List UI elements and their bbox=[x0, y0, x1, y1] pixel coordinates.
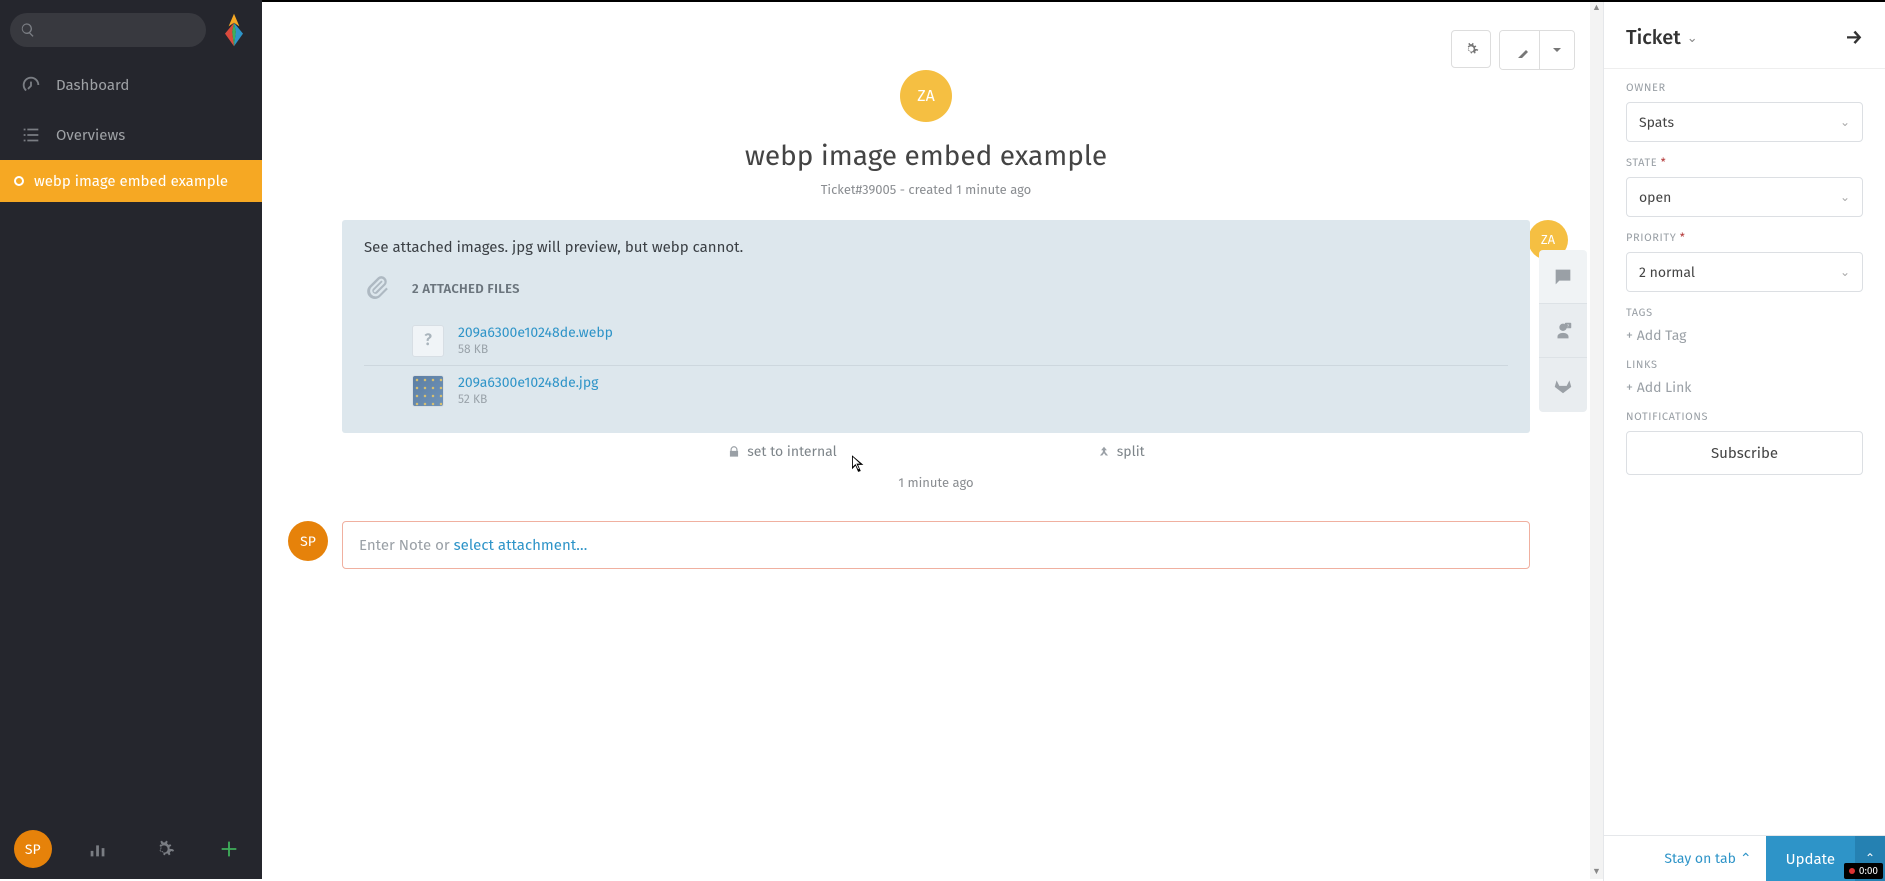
main-area: ▲ ▼ ? bbox=[262, 0, 1885, 879]
stay-on-tab-toggle[interactable]: Stay on tab ⌃ bbox=[1604, 836, 1766, 881]
record-dot-icon bbox=[1849, 868, 1855, 874]
sidebar-item-overviews[interactable]: Overviews bbox=[0, 110, 262, 160]
chevron-down-icon: ⌄ bbox=[1840, 190, 1850, 205]
ticket-sidebar: Ticket ⌄ → OWNER Spats⌄ STATE * open⌄ PR… bbox=[1603, 2, 1885, 881]
channel-gitlab[interactable] bbox=[1539, 358, 1587, 412]
search-input[interactable] bbox=[10, 13, 206, 47]
channel-customer[interactable]: ? bbox=[1539, 304, 1587, 358]
gear-icon bbox=[1463, 41, 1479, 57]
chevron-down-icon bbox=[1549, 42, 1565, 58]
set-internal-action[interactable]: set to internal bbox=[727, 443, 836, 460]
list-icon bbox=[20, 124, 42, 146]
priority-label: PRIORITY * bbox=[1626, 231, 1863, 244]
links-label: LINKS bbox=[1626, 358, 1863, 371]
bar-chart-icon bbox=[87, 838, 109, 860]
split-action[interactable]: split bbox=[1097, 443, 1145, 460]
chevron-down-icon: ⌄ bbox=[1840, 115, 1850, 130]
recording-badge: 0:00 bbox=[1844, 863, 1883, 879]
chevron-down-icon: ⌄ bbox=[1687, 31, 1698, 46]
attachment-filename[interactable]: 209a6300e10248de.webp bbox=[458, 324, 613, 341]
priority-select[interactable]: 2 normal⌄ bbox=[1626, 252, 1863, 292]
sidebar-open-ticket[interactable]: webp image embed example bbox=[0, 160, 262, 202]
channel-dock: ? bbox=[1539, 250, 1587, 412]
ticket-settings-button[interactable] bbox=[1451, 30, 1491, 68]
state-label: STATE * bbox=[1626, 156, 1863, 169]
attachment-filesize: 58 KB bbox=[458, 343, 613, 357]
sidebar-item-dashboard[interactable]: Dashboard bbox=[0, 60, 262, 110]
avatar: SP bbox=[14, 830, 52, 868]
article-card: See attached images. jpg will preview, b… bbox=[342, 220, 1530, 433]
owner-select[interactable]: Spats⌄ bbox=[1626, 102, 1863, 142]
attachment-filesize: 52 KB bbox=[458, 393, 598, 407]
search-icon bbox=[20, 22, 36, 38]
svg-text:?: ? bbox=[1567, 323, 1569, 329]
ticket-content: ▲ ▼ ? bbox=[262, 2, 1603, 879]
highlight-menu-button[interactable] bbox=[1540, 31, 1574, 69]
sidebar-item-label: Overviews bbox=[56, 126, 125, 144]
chat-icon bbox=[1552, 266, 1574, 288]
gitlab-icon bbox=[1552, 374, 1574, 396]
chevron-down-icon: ⌄ bbox=[1840, 265, 1850, 280]
lock-icon bbox=[727, 445, 741, 459]
person-question-icon: ? bbox=[1552, 320, 1574, 342]
chevron-up-icon: ⌃ bbox=[1740, 850, 1752, 867]
settings-button[interactable] bbox=[131, 819, 197, 879]
channel-note[interactable] bbox=[1539, 250, 1587, 304]
ticket-meta: Ticket#39005 - created 1 minute ago bbox=[302, 183, 1550, 198]
reply-placeholder-text: Enter Note or bbox=[359, 536, 454, 554]
owner-label: OWNER bbox=[1626, 81, 1863, 94]
sidebar-item-label: Dashboard bbox=[56, 76, 129, 94]
split-icon bbox=[1097, 445, 1111, 459]
subscribe-button[interactable]: Subscribe bbox=[1626, 431, 1863, 475]
update-button[interactable]: Update bbox=[1766, 836, 1855, 881]
article-timestamp: 1 minute ago bbox=[342, 470, 1530, 521]
attachment-filename[interactable]: 209a6300e10248de.jpg bbox=[458, 374, 598, 391]
current-user-avatar[interactable]: SP bbox=[0, 819, 66, 879]
highlight-button[interactable] bbox=[1500, 31, 1540, 69]
scroll-down-icon[interactable]: ▼ bbox=[1592, 868, 1601, 877]
add-link-link[interactable]: + Add Link bbox=[1626, 379, 1863, 396]
attachment-thumb-unknown: ? bbox=[412, 325, 444, 357]
attachment-thumb-image[interactable] bbox=[412, 375, 444, 407]
attachments-count: 2 ATTACHED FILES bbox=[412, 282, 520, 297]
add-tag-link[interactable]: + Add Tag bbox=[1626, 327, 1863, 344]
app-logo-icon bbox=[216, 12, 252, 48]
status-circle-icon bbox=[14, 176, 24, 186]
reply-input[interactable]: Enter Note or select attachment… bbox=[342, 521, 1530, 569]
attachment-row: ? 209a6300e10248de.webp 58 KB bbox=[364, 316, 1508, 365]
panel-expand-button[interactable]: → bbox=[1845, 26, 1863, 50]
left-sidebar: Dashboard Overviews webp image embed exa… bbox=[0, 0, 262, 879]
attachment-row: 209a6300e10248de.jpg 52 KB bbox=[364, 365, 1508, 415]
select-attachment-link[interactable]: select attachment… bbox=[454, 536, 588, 554]
panel-title[interactable]: Ticket ⌄ bbox=[1626, 26, 1698, 50]
reply-author-avatar: SP bbox=[288, 521, 328, 561]
sidebar-open-ticket-label: webp image embed example bbox=[34, 172, 228, 190]
state-select[interactable]: open⌄ bbox=[1626, 177, 1863, 217]
scrollbar[interactable]: ▲ ▼ bbox=[1590, 2, 1603, 879]
notifications-label: NOTIFICATIONS bbox=[1626, 410, 1863, 423]
article-text: See attached images. jpg will preview, b… bbox=[364, 238, 1508, 256]
stats-button[interactable] bbox=[66, 819, 132, 879]
tags-label: TAGS bbox=[1626, 306, 1863, 319]
plus-icon bbox=[218, 838, 240, 860]
gear-icon bbox=[153, 838, 175, 860]
marker-icon bbox=[1512, 42, 1528, 58]
scroll-up-icon[interactable]: ▲ bbox=[1592, 4, 1601, 13]
customer-avatar[interactable]: ZA bbox=[900, 70, 952, 122]
gauge-icon bbox=[20, 74, 42, 96]
ticket-title: webp image embed example bbox=[302, 140, 1550, 173]
paperclip-icon bbox=[364, 274, 394, 304]
add-button[interactable] bbox=[197, 819, 263, 879]
